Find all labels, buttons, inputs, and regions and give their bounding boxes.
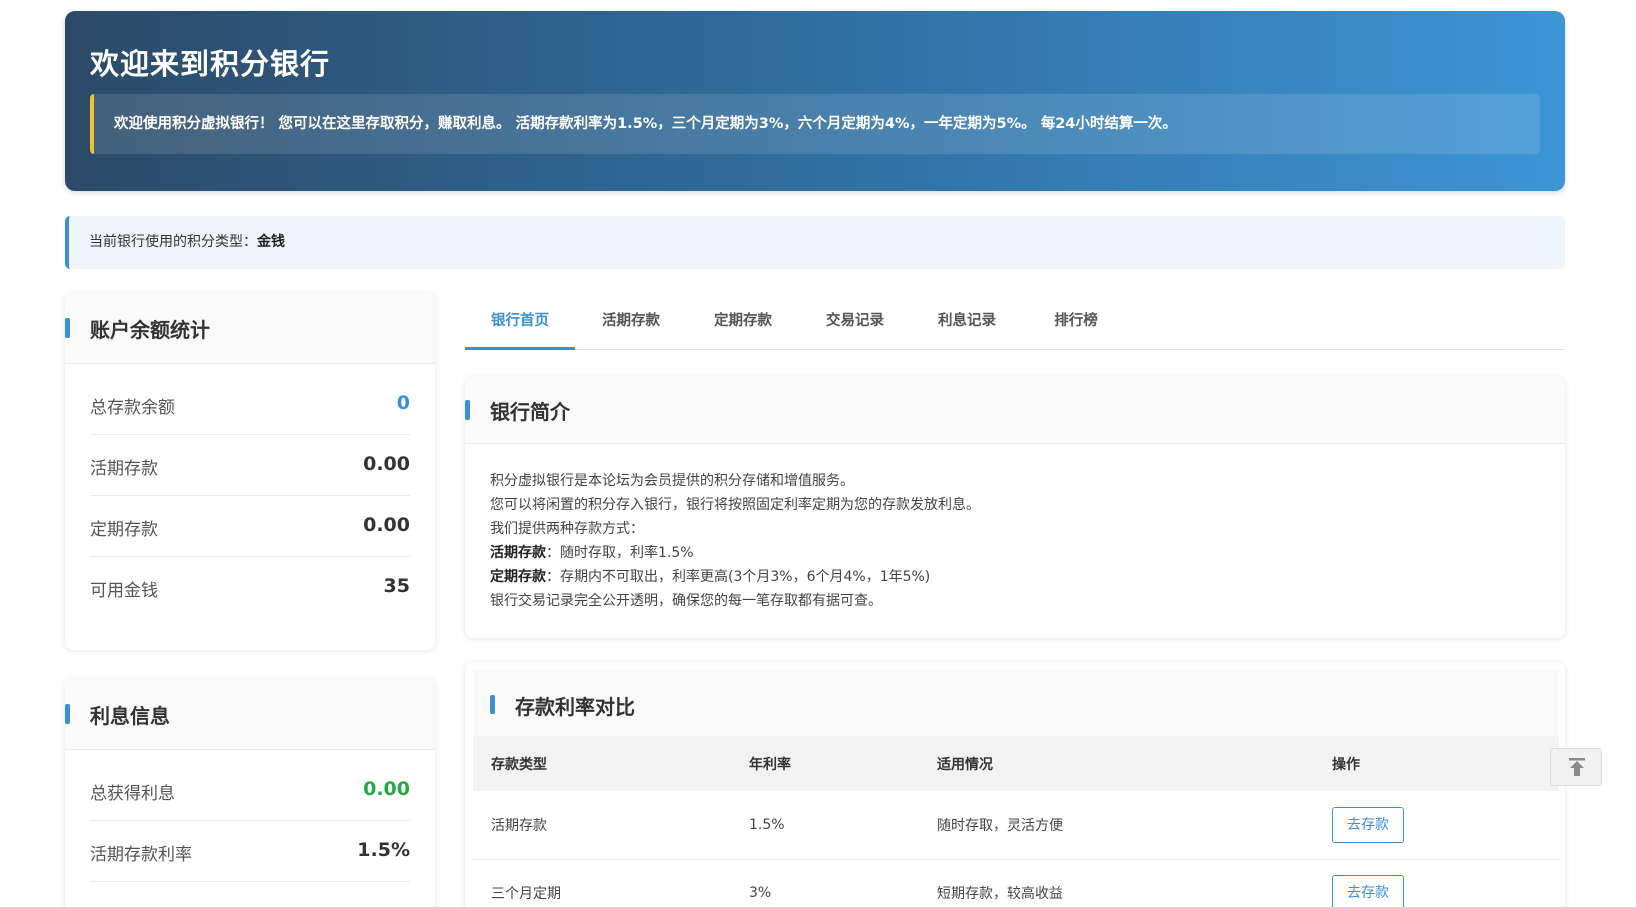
cell-action: 去存款 — [1314, 859, 1559, 907]
intro-text: 积分虚拟银行是本论坛为会员提供的积分存储和增值服务。 您可以将闲置的积分存入银行… — [465, 444, 1565, 613]
intro-card-title: 银行简介 — [490, 400, 570, 424]
stat-label: 活期存款利率 — [90, 845, 192, 865]
tab-transactions[interactable]: 交易记录 — [799, 292, 911, 350]
bank-page: 欢迎来到积分银行 欢迎使用积分虚拟银行！ 您可以在这里存取积分，赚取利息。 活期… — [0, 0, 1636, 907]
stat-demand-rate: 活期存款利率 1.5% — [90, 821, 410, 882]
stat-value: 0.00 — [363, 778, 410, 800]
arrow-up-to-line-icon — [1569, 758, 1585, 776]
rate-comparison-card: 存款利率对比 存款类型 年利率 适用情况 操作 活期存款 1.5% 随时存取，灵… — [465, 662, 1565, 907]
cell-type: 三个月定期 — [473, 859, 731, 907]
tab-bank-home[interactable]: 银行首页 — [465, 292, 575, 350]
stat-value: 1.5% — [357, 839, 410, 861]
intro-line: 积分虚拟银行是本论坛为会员提供的积分存储和增值服务。 — [490, 473, 854, 489]
rate-card-header: 存款利率对比 — [473, 670, 1559, 736]
welcome-banner: 欢迎来到积分银行 欢迎使用积分虚拟银行！ 您可以在这里存取积分，赚取利息。 活期… — [65, 11, 1565, 191]
intro-line: 定期存款：存期内不可取出，利率更高(3个月3%，6个月4%，1年5%) — [490, 565, 1540, 589]
stat-label: 可用金钱 — [90, 581, 158, 601]
stat-label: 总获得利息 — [90, 784, 175, 804]
cell-rate: 3% — [731, 859, 919, 907]
cell-usage: 随时存取，灵活方便 — [919, 791, 1314, 860]
stat-value: 0 — [396, 392, 410, 414]
cell-rate: 1.5% — [731, 791, 919, 860]
stat-value: 0.00 — [363, 453, 410, 475]
interest-card: 利息信息 总获得利息 0.00 活期存款利率 1.5% — [65, 678, 435, 907]
balance-card: 账户余额统计 总存款余额 0 活期存款 0.00 定期存款 0.00 可用金钱 … — [65, 292, 435, 650]
header-accent-bar — [465, 400, 470, 420]
stat-demand-deposit: 活期存款 0.00 — [90, 435, 410, 496]
rate-table: 存款类型 年利率 适用情况 操作 活期存款 1.5% 随时存取，灵活方便 去存款… — [473, 736, 1559, 907]
welcome-notice: 欢迎使用积分虚拟银行！ 您可以在这里存取积分，赚取利息。 活期存款利率为1.5%… — [90, 94, 1540, 154]
back-to-top-button[interactable] — [1550, 748, 1602, 786]
balance-card-title: 账户余额统计 — [90, 318, 210, 342]
go-deposit-button[interactable]: 去存款 — [1332, 875, 1404, 907]
column-header: 适用情况 — [919, 736, 1314, 791]
stat-available-money: 可用金钱 35 — [90, 557, 410, 618]
bank-tabs: 银行首页 活期存款 定期存款 交易记录 利息记录 排行榜 — [465, 292, 1565, 350]
intro-line: 银行交易记录完全公开透明，确保您的每一笔存取都有据可查。 — [490, 593, 882, 609]
interest-card-title: 利息信息 — [90, 704, 170, 728]
rate-card-title: 存款利率对比 — [515, 695, 635, 719]
stat-fixed-deposit: 定期存款 0.00 — [90, 496, 410, 557]
header-accent-bar — [65, 318, 70, 338]
header-accent-bar — [490, 695, 495, 714]
stat-total-deposit: 总存款余额 0 — [90, 374, 410, 435]
header-accent-bar — [65, 704, 70, 724]
intro-line: 我们提供两种存款方式： — [490, 521, 644, 537]
column-header: 年利率 — [731, 736, 919, 791]
currency-type-bar: 当前银行使用的积分类型：金钱 — [65, 216, 1565, 269]
intro-card-header: 银行简介 — [465, 376, 1565, 444]
cell-action: 去存款 — [1314, 791, 1559, 860]
stat-total-interest: 总获得利息 0.00 — [90, 760, 410, 821]
cell-type: 活期存款 — [473, 791, 731, 860]
stat-label: 总存款余额 — [90, 398, 175, 418]
table-row: 三个月定期 3% 短期存款，较高收益 去存款 — [473, 859, 1559, 907]
intro-term: 活期存款 — [490, 545, 546, 561]
stat-label: 定期存款 — [90, 520, 158, 540]
page-title: 欢迎来到积分银行 — [90, 47, 331, 81]
column-header: 操作 — [1314, 736, 1559, 791]
table-row: 活期存款 1.5% 随时存取，灵活方便 去存款 — [473, 791, 1559, 860]
tab-fixed-deposit[interactable]: 定期存款 — [687, 292, 799, 350]
table-header-row: 存款类型 年利率 适用情况 操作 — [473, 736, 1559, 791]
intro-term-desc: ：随时存取，利率1.5% — [546, 545, 694, 561]
go-deposit-button[interactable]: 去存款 — [1332, 806, 1404, 843]
cell-usage: 短期存款，较高收益 — [919, 859, 1314, 907]
intro-term: 定期存款 — [490, 569, 546, 585]
intro-term-desc: ：存期内不可取出，利率更高(3个月3%，6个月4%，1年5%) — [546, 569, 931, 585]
tab-demand-deposit[interactable]: 活期存款 — [575, 292, 687, 350]
bank-intro-card: 银行简介 积分虚拟银行是本论坛为会员提供的积分存储和增值服务。 您可以将闲置的积… — [465, 376, 1565, 638]
tab-leaderboard[interactable]: 排行榜 — [1023, 292, 1129, 350]
stat-value: 35 — [383, 575, 410, 597]
stat-value: 0.00 — [363, 514, 410, 536]
currency-type-label: 当前银行使用的积分类型： — [89, 234, 257, 250]
column-header: 存款类型 — [473, 736, 731, 791]
stat-label: 活期存款 — [90, 459, 158, 479]
currency-type-value: 金钱 — [257, 234, 285, 250]
intro-line: 您可以将闲置的积分存入银行，银行将按照固定利率定期为您的存款发放利息。 — [490, 497, 980, 513]
tab-interest-records[interactable]: 利息记录 — [911, 292, 1023, 350]
balance-card-header: 账户余额统计 — [65, 292, 435, 364]
intro-line: 活期存款：随时存取，利率1.5% — [490, 541, 1540, 565]
interest-card-header: 利息信息 — [65, 678, 435, 750]
